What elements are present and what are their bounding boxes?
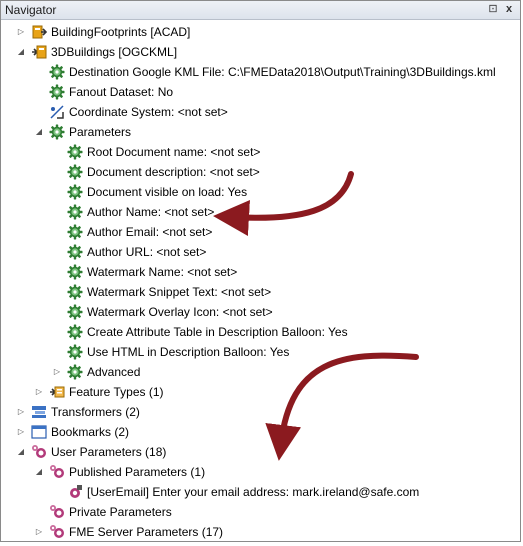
tree-item-label: Published Parameters (1) <box>69 465 206 479</box>
tree-item-label: Root Document name: <not set> <box>87 145 261 159</box>
tree-item-label: Parameters <box>69 125 132 139</box>
close-icon[interactable]: x <box>502 2 516 16</box>
user-parameters-icon <box>50 505 64 518</box>
panel-title: Navigator <box>5 3 57 17</box>
tree-item-label: User Parameters (18) <box>51 445 167 459</box>
user-parameters-icon <box>50 465 64 478</box>
tree-item-label: Watermark Name: <not set> <box>87 265 238 279</box>
transformers-icon <box>32 406 46 418</box>
tree-item-label: Private Parameters <box>69 505 172 519</box>
tree-item-label: Transformers (2) <box>51 405 140 419</box>
float-pin-icon[interactable]: ⊡ <box>486 2 500 16</box>
tree-item-label: Author Email: <not set> <box>87 225 213 239</box>
gear-icon <box>49 64 65 80</box>
gear-icon <box>67 324 83 340</box>
tree-item-label: Create Attribute Table in Description Ba… <box>87 325 348 339</box>
collapsed-triangle-icon[interactable]: ▷ <box>15 422 27 442</box>
collapsed-triangle-icon[interactable]: ▷ <box>33 382 45 402</box>
expanded-triangle-icon[interactable]: ◢ <box>33 122 45 142</box>
tree-item-label: 3DBuildings [OGCKML] <box>51 45 178 59</box>
writer-icon <box>32 45 47 59</box>
navigator-panel: Navigator ⊡ x ▷ BuildingFootprints [ACAD]… <box>0 0 521 542</box>
tree-item-label: Watermark Snippet Text: <not set> <box>87 285 272 299</box>
tree-item-label: Author URL: <not set> <box>87 245 207 259</box>
tree-item-label: Document visible on load: Yes <box>87 185 248 199</box>
tree-item-label: Author Name: <not set> <box>87 205 215 219</box>
tree-item-label: [UserEmail] Enter your email address: ma… <box>87 485 420 499</box>
annotation-arrow-user-email <box>265 352 419 461</box>
gear-icon <box>67 224 83 240</box>
gear-icon <box>67 364 83 380</box>
tree-item-label: FME Server Parameters (17) <box>69 525 224 539</box>
gear-icon <box>49 124 65 140</box>
reader-icon <box>32 25 47 39</box>
expanded-triangle-icon[interactable]: ◢ <box>15 42 27 62</box>
tree-item-label: BuildingFootprints [ACAD] <box>51 25 191 39</box>
gear-icon <box>67 264 83 280</box>
gear-icon <box>67 144 83 160</box>
collapsed-triangle-icon[interactable]: ▷ <box>15 402 27 422</box>
bookmarks-icon <box>31 425 47 439</box>
expanded-triangle-icon[interactable]: ◢ <box>15 442 27 462</box>
collapsed-triangle-icon[interactable]: ▷ <box>15 22 27 42</box>
gear-icon <box>67 284 83 300</box>
collapsed-triangle-icon[interactable]: ▷ <box>33 522 45 541</box>
gear-icon <box>67 344 83 360</box>
gear-icon <box>67 164 83 180</box>
coordinate-system-icon <box>50 105 64 119</box>
gear-icon <box>49 84 65 100</box>
collapsed-triangle-icon[interactable]: ▷ <box>51 362 63 382</box>
tree-item-label: Coordinate System: <not set> <box>69 105 228 119</box>
tree-item-label: Feature Types (1) <box>69 385 164 399</box>
tree-item-label: Use HTML in Description Balloon: Yes <box>87 345 290 359</box>
tree-item-label: Watermark Overlay Icon: <not set> <box>87 305 273 319</box>
tree-item-label: Advanced <box>87 365 141 379</box>
navigator-title-bar: Navigator ⊡ x <box>1 1 520 20</box>
gear-icon <box>67 244 83 260</box>
gear-icon <box>67 204 83 220</box>
tree-item-label: Fanout Dataset: No <box>69 85 174 99</box>
user-parameters-icon <box>50 525 64 538</box>
tree-item-label: Destination Google KML File: C:\FMEData2… <box>69 65 496 79</box>
feature-types-icon <box>50 386 65 398</box>
tree-item-label: Bookmarks (2) <box>51 425 130 439</box>
tree-item-label: Document description: <not set> <box>87 165 260 179</box>
user-parameter-icon <box>70 485 82 498</box>
gear-icon <box>67 304 83 320</box>
expanded-triangle-icon[interactable]: ◢ <box>33 462 45 482</box>
user-parameters-icon <box>32 445 46 458</box>
gear-icon <box>67 184 83 200</box>
